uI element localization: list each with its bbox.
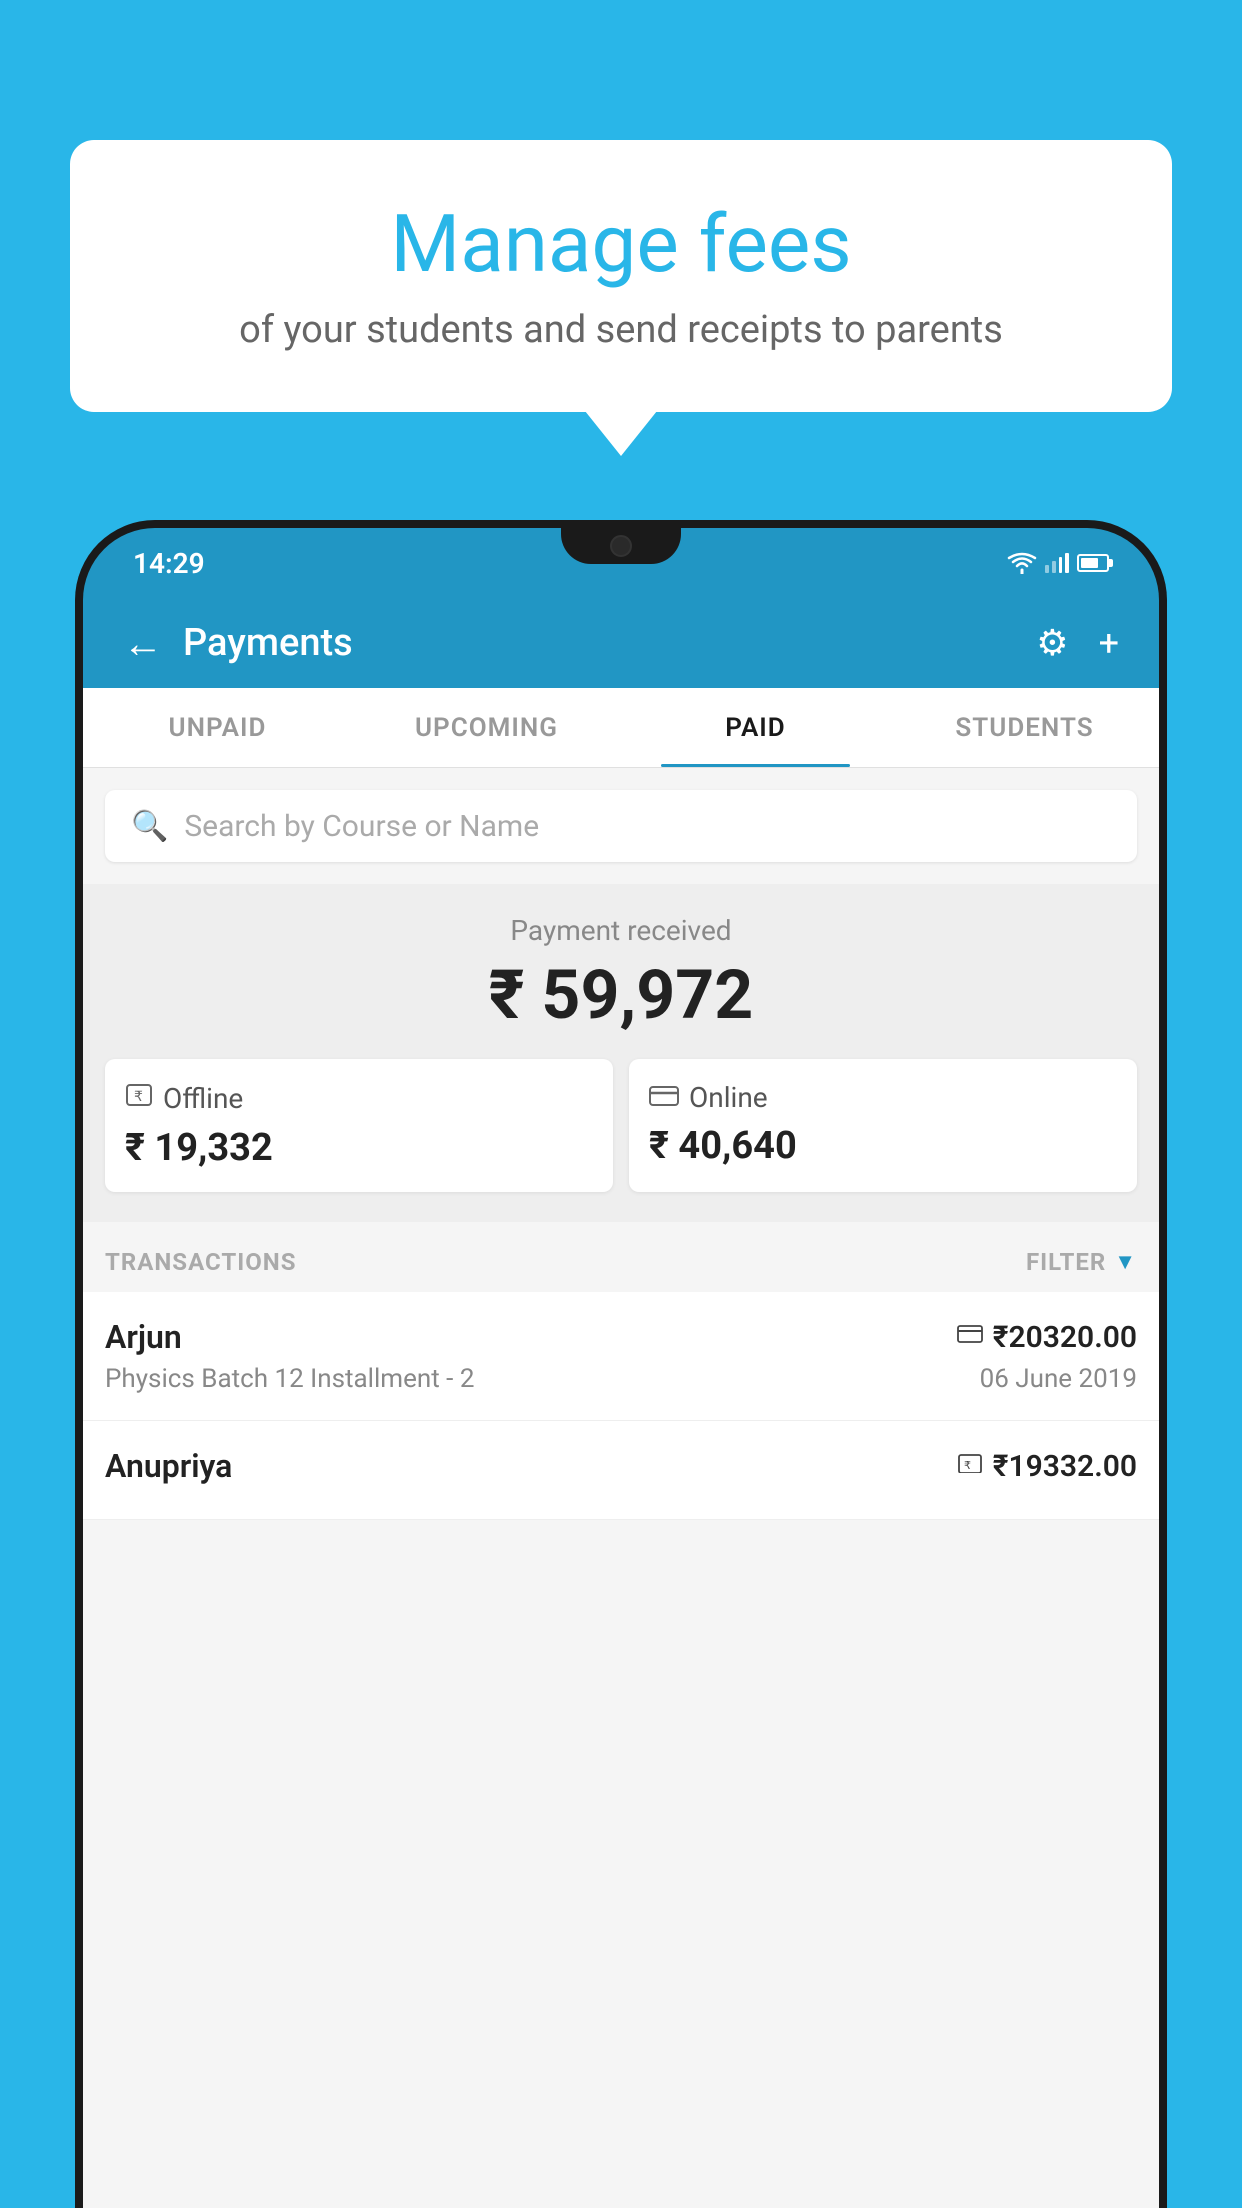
search-icon: 🔍 xyxy=(131,809,168,844)
add-button[interactable]: + xyxy=(1099,622,1119,664)
offline-amount: ₹ 19,332 xyxy=(125,1126,273,1170)
payment-label: Payment received xyxy=(83,914,1159,947)
tabs-bar: UNPAID UPCOMING PAID STUDENTS xyxy=(83,688,1159,768)
filter-button[interactable]: FILTER ▼ xyxy=(1026,1248,1137,1276)
phone-notch xyxy=(561,528,681,564)
app-content: 🔍 Search by Course or Name Payment recei… xyxy=(83,768,1159,2208)
svg-text:₹: ₹ xyxy=(964,1460,971,1472)
transaction-name: Arjun xyxy=(105,1318,182,1356)
speech-bubble-container: Manage fees of your students and send re… xyxy=(70,140,1172,412)
offline-card-header: ₹ Offline xyxy=(125,1081,243,1116)
online-label: Online xyxy=(689,1081,768,1114)
transaction-bottom-arjun: Physics Batch 12 Installment - 2 06 June… xyxy=(105,1364,1137,1394)
search-placeholder: Search by Course or Name xyxy=(184,809,539,844)
offline-label: Offline xyxy=(163,1082,243,1115)
front-camera xyxy=(610,535,632,557)
svg-text:₹: ₹ xyxy=(134,1088,143,1104)
payment-summary: Payment received ₹ 59,972 ₹ xyxy=(83,884,1159,1222)
transaction-date: 06 June 2019 xyxy=(980,1364,1137,1394)
offline-icon: ₹ xyxy=(125,1081,153,1116)
tab-unpaid[interactable]: UNPAID xyxy=(83,688,352,767)
battery-icon xyxy=(1077,554,1109,572)
online-card: Online ₹ 40,640 xyxy=(629,1059,1137,1192)
payment-cards: ₹ Offline ₹ 19,332 xyxy=(83,1059,1159,1192)
header-title: Payments xyxy=(183,621,1036,665)
filter-icon: ▼ xyxy=(1114,1249,1137,1275)
amount-row: ₹20320.00 xyxy=(957,1320,1137,1355)
online-payment-icon xyxy=(957,1324,983,1350)
search-bar[interactable]: 🔍 Search by Course or Name xyxy=(105,790,1137,862)
transaction-top-anupriya: Anupriya ₹ ₹19332.00 xyxy=(105,1447,1137,1485)
settings-button[interactable]: ⚙ xyxy=(1036,622,1068,664)
payment-amount: ₹ 59,972 xyxy=(83,955,1159,1035)
offline-payment-icon: ₹ xyxy=(957,1453,983,1479)
signal-icon xyxy=(1045,553,1069,573)
header-actions: ⚙ + xyxy=(1036,622,1119,664)
online-icon xyxy=(649,1083,679,1113)
table-row[interactable]: Arjun ₹20320.00 Physics Batch 12 Install… xyxy=(83,1292,1159,1421)
bubble-subtitle: of your students and send receipts to pa… xyxy=(120,308,1122,352)
online-card-header: Online xyxy=(649,1081,768,1114)
transactions-label: TRANSACTIONS xyxy=(105,1248,297,1276)
phone-inner: 14:29 xyxy=(83,528,1159,2208)
speech-bubble: Manage fees of your students and send re… xyxy=(70,140,1172,412)
transaction-amount: ₹20320.00 xyxy=(993,1320,1137,1355)
offline-card: ₹ Offline ₹ 19,332 xyxy=(105,1059,613,1192)
tab-paid[interactable]: PAID xyxy=(621,688,890,767)
tab-students[interactable]: STUDENTS xyxy=(890,688,1159,767)
transaction-top-arjun: Arjun ₹20320.00 xyxy=(105,1318,1137,1356)
filter-label: FILTER xyxy=(1026,1248,1106,1276)
phone-frame: 14:29 xyxy=(75,520,1167,2208)
status-icons xyxy=(1007,552,1109,574)
transaction-name: Anupriya xyxy=(105,1447,232,1485)
bubble-title: Manage fees xyxy=(120,200,1122,288)
online-amount: ₹ 40,640 xyxy=(649,1124,797,1168)
back-button[interactable]: ← xyxy=(123,620,163,667)
tab-upcoming[interactable]: UPCOMING xyxy=(352,688,621,767)
app-header: ← Payments ⚙ + xyxy=(83,598,1159,688)
battery-fill xyxy=(1081,558,1098,568)
table-row[interactable]: Anupriya ₹ ₹19332.00 xyxy=(83,1421,1159,1520)
transactions-header: TRANSACTIONS FILTER ▼ xyxy=(83,1222,1159,1292)
transaction-amount: ₹19332.00 xyxy=(993,1449,1137,1484)
amount-row: ₹ ₹19332.00 xyxy=(957,1449,1137,1484)
wifi-icon xyxy=(1007,552,1037,574)
transaction-course: Physics Batch 12 Installment - 2 xyxy=(105,1364,474,1394)
status-time: 14:29 xyxy=(133,547,205,580)
